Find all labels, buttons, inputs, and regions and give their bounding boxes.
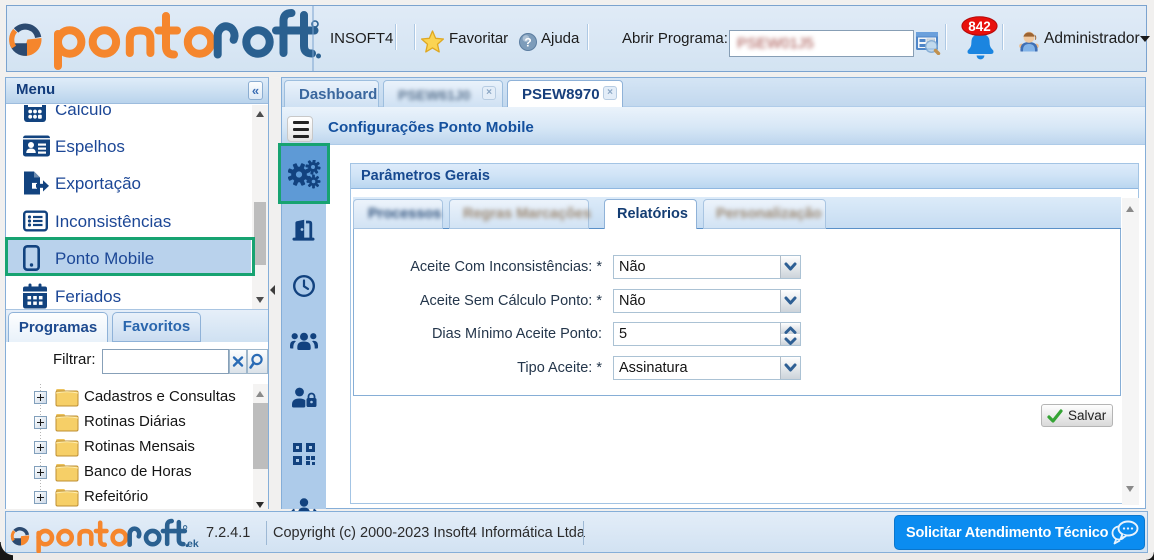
svg-text:?: ? bbox=[524, 35, 531, 49]
svg-text:842: 842 bbox=[968, 19, 991, 34]
svg-text:ek: ek bbox=[187, 538, 199, 550]
